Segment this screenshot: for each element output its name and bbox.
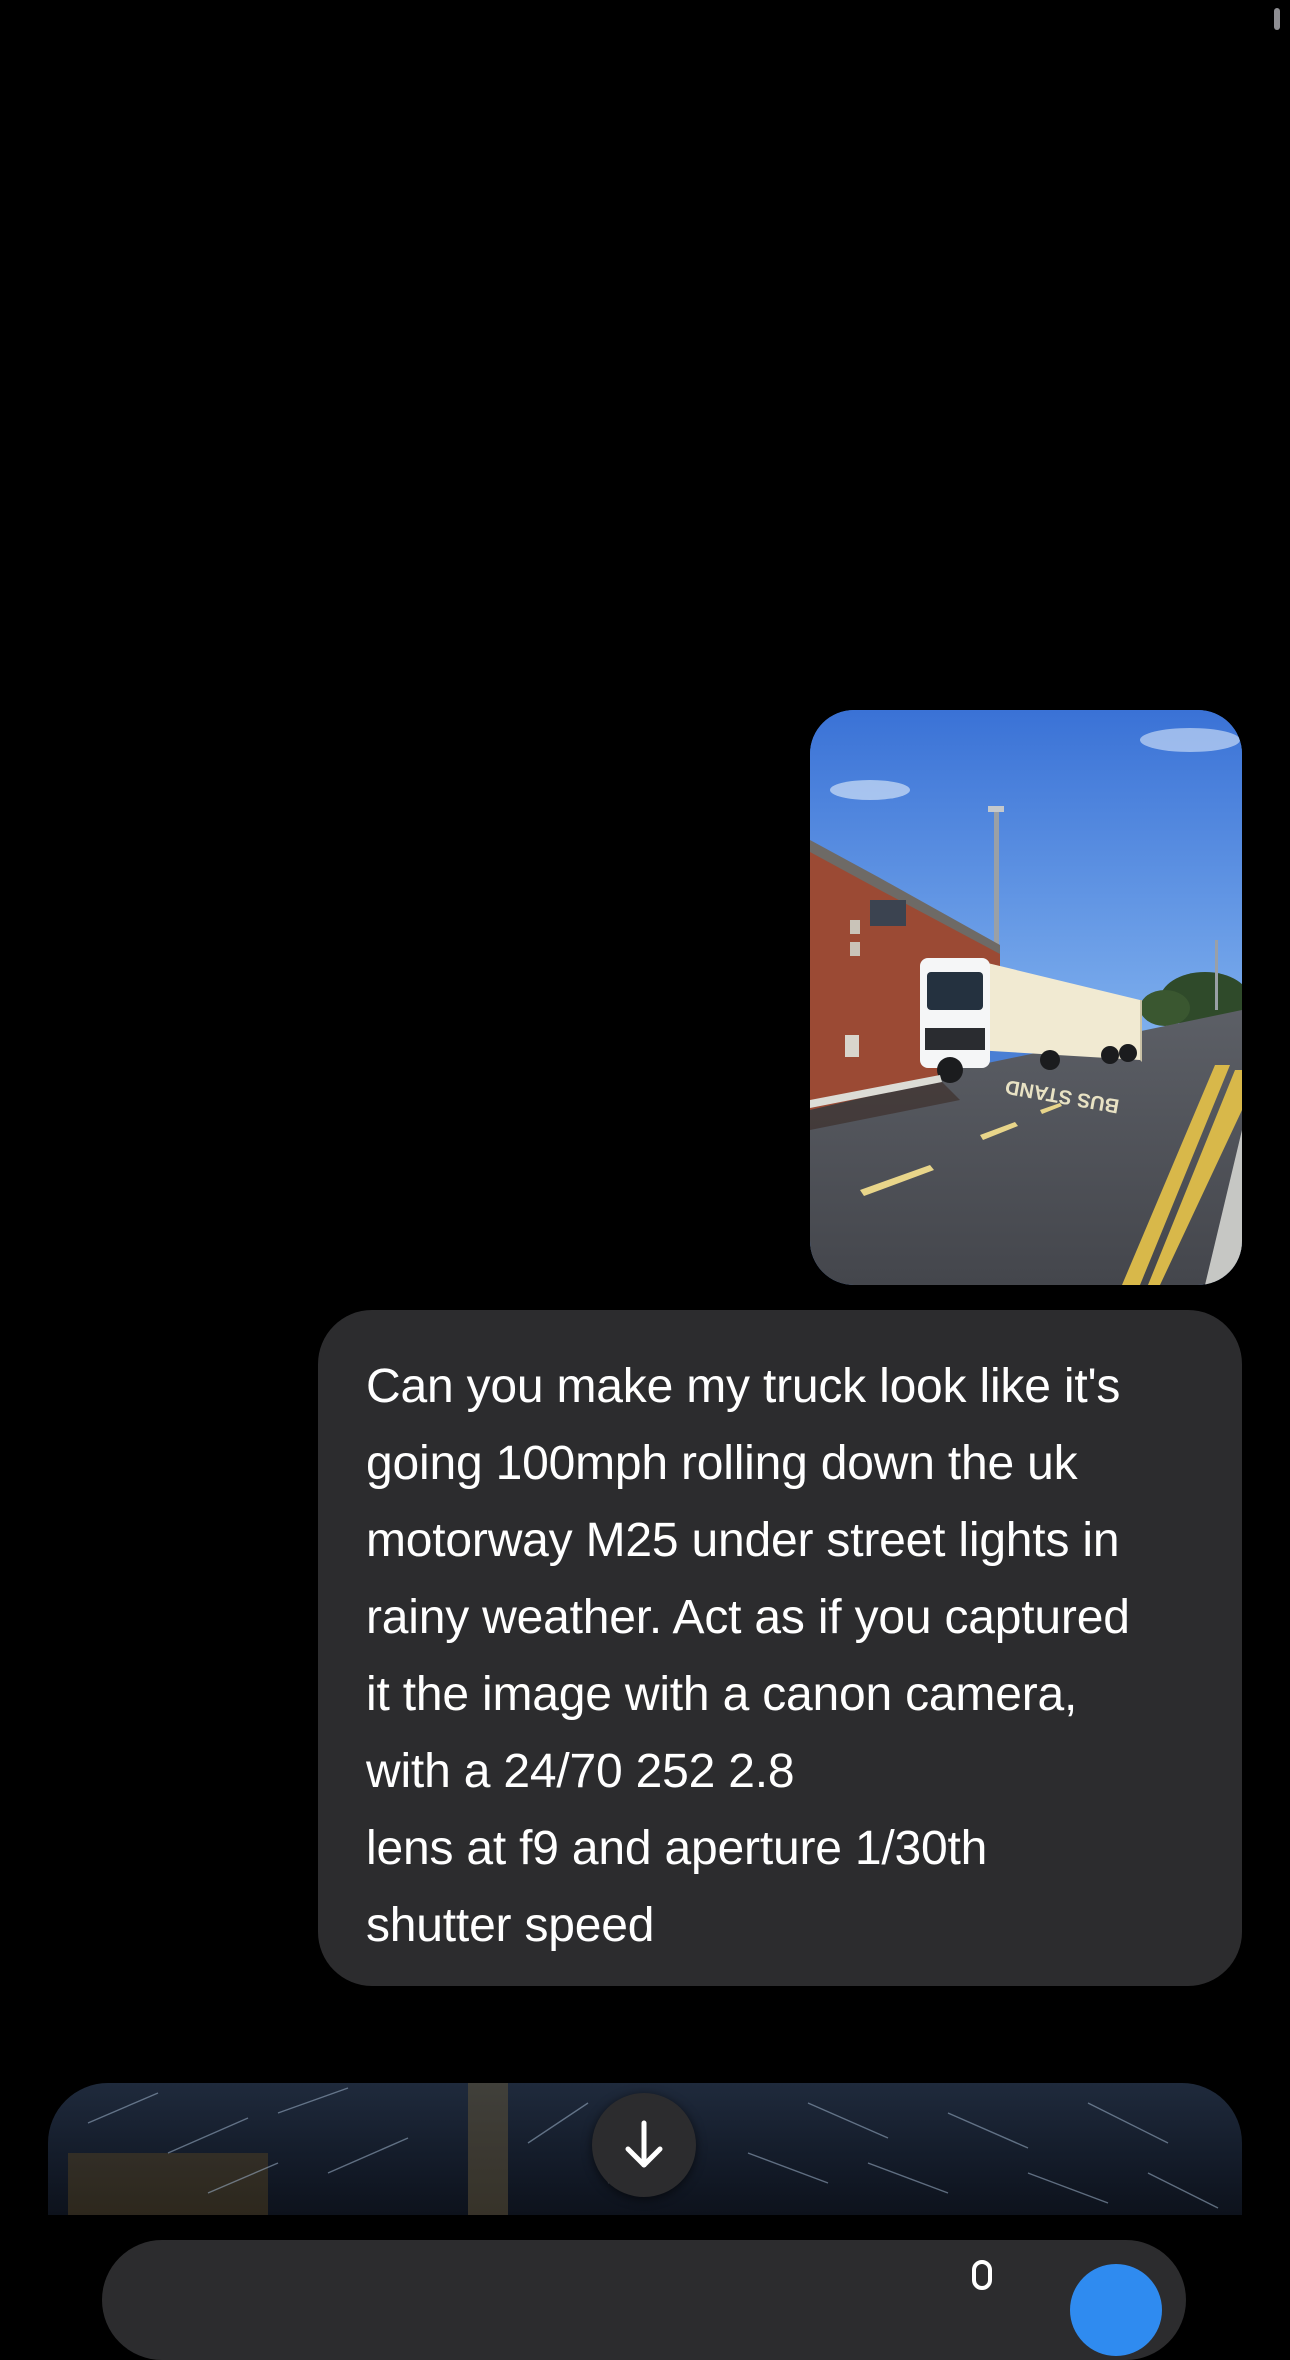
microphone-icon[interactable] [962,2260,1002,2300]
scroll-down-button[interactable] [592,2093,696,2197]
user-message-text: Can you make my truck look like it's goi… [366,1360,1130,1952]
truck-photo-illustration: BUS STAND [810,710,1242,1285]
uploaded-photo[interactable]: BUS STAND [810,710,1242,1285]
message-input[interactable] [160,2264,864,2306]
arrow-down-icon [625,2120,663,2168]
send-button[interactable] [1070,2264,1162,2356]
scrollbar-thumb[interactable] [1274,8,1280,30]
user-message-bubble: Can you make my truck look like it's goi… [318,1310,1242,1986]
message-composer[interactable] [102,2240,1186,2360]
